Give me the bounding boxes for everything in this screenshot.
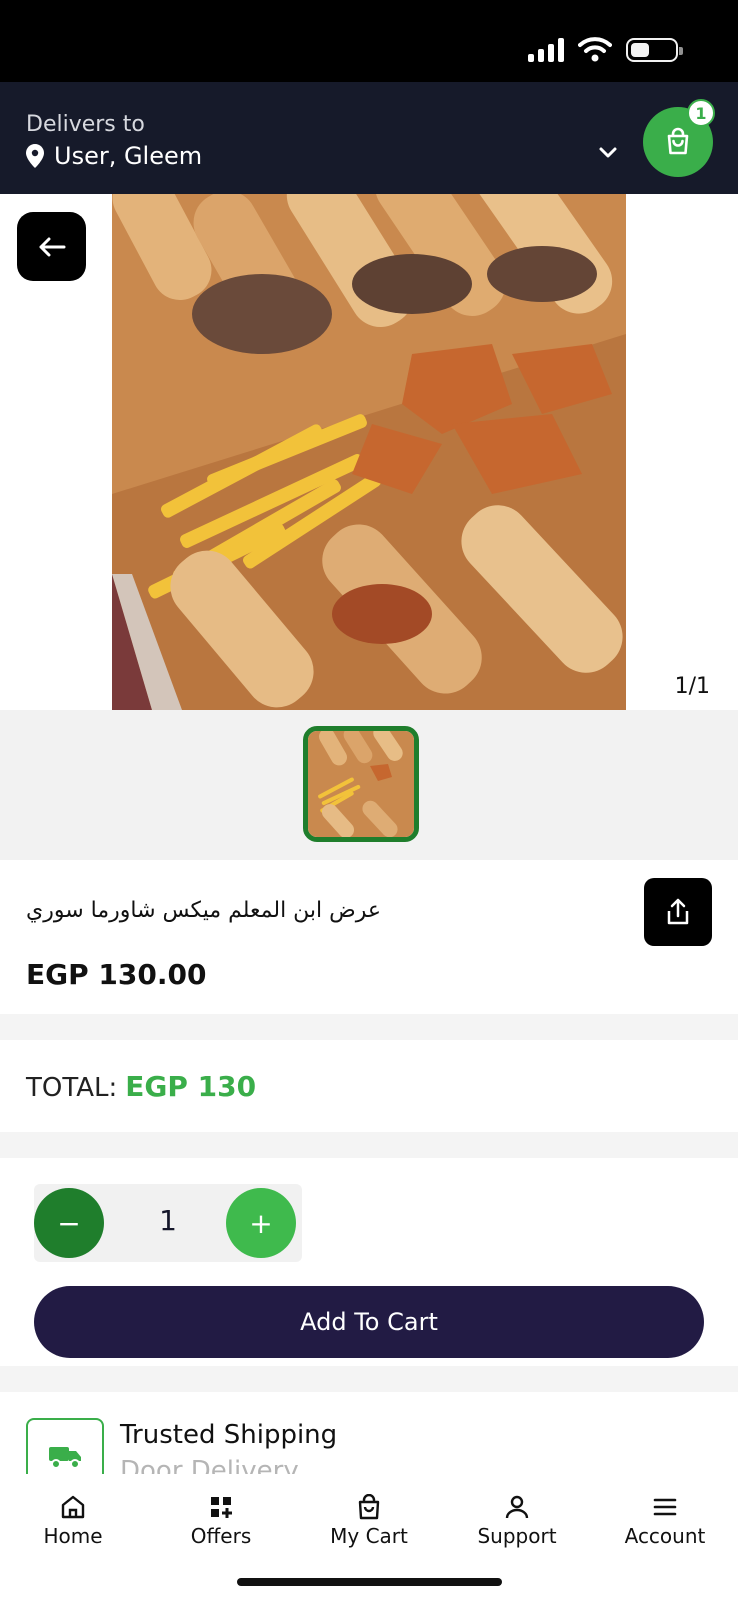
product-gallery: 1/1 [0,194,738,710]
product-name: عرض ابن المعلم ميكس شاورما سوري [26,898,382,923]
arrow-left-icon [39,237,65,256]
nav-account[interactable]: Account [600,1494,730,1548]
thumbnail-strip [0,710,738,860]
status-icons [528,36,683,62]
delivery-location-selector[interactable]: User, Gleem [26,142,202,170]
nav-label: Support [477,1524,557,1548]
total-label: TOTAL: [26,1073,118,1103]
total-line: TOTAL: EGP 130 [26,1070,256,1103]
product-image[interactable] [112,194,626,710]
nav-label: My Cart [330,1524,408,1548]
minus-icon: − [57,1206,81,1240]
nav-label: Account [624,1524,706,1548]
wifi-icon [578,37,612,62]
total-section: TOTAL: EGP 130 [0,1040,738,1132]
cart-button[interactable]: 1 [643,99,715,177]
quantity-section: 1 − + Add To Cart [0,1158,738,1366]
battery-icon [626,38,683,62]
image-counter: 1/1 [674,674,710,699]
delivery-user-name: User, Gleem [54,142,203,170]
nav-label: Offers [190,1524,252,1548]
share-button[interactable] [644,878,712,946]
delivers-to-label: Delivers to [26,112,145,137]
home-icon [61,1495,85,1519]
nav-home[interactable]: Home [8,1494,138,1548]
shipping-info: Trusted Shipping Door Delivery [0,1392,738,1474]
cart-count-badge: 1 [687,99,715,127]
status-bar [0,0,738,82]
user-icon [505,1495,529,1519]
chevron-down-icon[interactable] [598,146,618,160]
nav-offers[interactable]: Offers [156,1494,286,1548]
add-to-cart-button[interactable]: Add To Cart [34,1286,704,1358]
signal-icon [528,38,564,62]
quantity-stepper: 1 − + [34,1184,302,1262]
nav-support[interactable]: Support [452,1494,582,1548]
cart-bag-icon [358,1494,380,1520]
total-value: EGP 130 [125,1070,257,1103]
section-divider [0,1132,738,1158]
decrease-quantity-button[interactable]: − [34,1188,104,1258]
plus-icon: + [249,1206,273,1240]
shipping-title: Trusted Shipping [120,1420,338,1450]
nav-label: Home [43,1524,103,1548]
product-price: EGP 130.00 [26,958,207,991]
back-button[interactable] [17,212,86,281]
offers-grid-icon [211,1497,232,1518]
location-pin-icon [26,144,44,168]
share-icon [667,898,689,925]
delivery-header: Delivers to User, Gleem 1 [0,82,738,194]
thumbnail-selected[interactable] [303,726,419,842]
product-info: عرض ابن المعلم ميكس شاورما سوري EGP 130.… [0,860,738,1014]
section-divider [0,1014,738,1040]
nav-my-cart[interactable]: My Cart [304,1494,434,1548]
increase-quantity-button[interactable]: + [226,1188,296,1258]
home-indicator [237,1578,502,1586]
shopping-bag-icon [667,127,689,155]
section-divider [0,1366,738,1392]
menu-icon [653,1498,677,1516]
shipping-subtitle: Door Delivery [120,1456,299,1474]
delivery-truck-icon [26,1418,104,1474]
